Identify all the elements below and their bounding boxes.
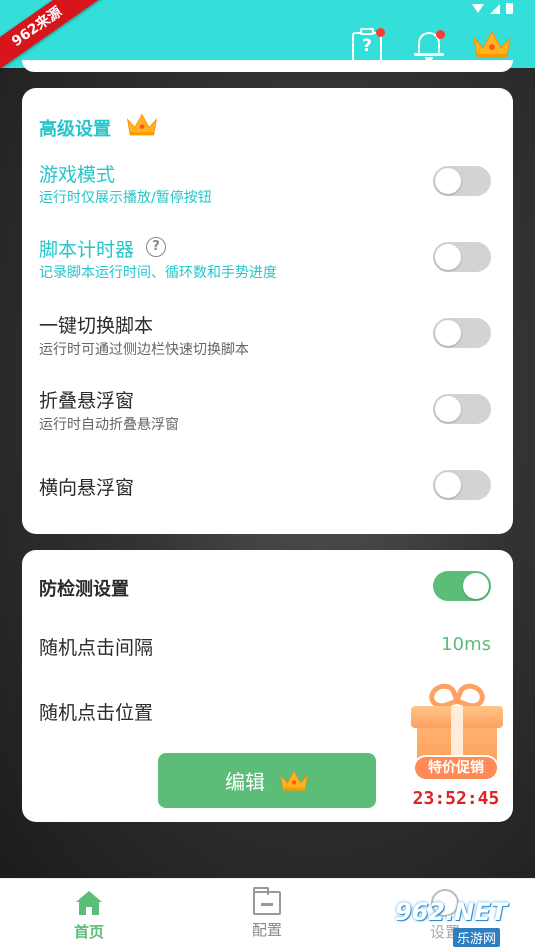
- notification-dot: [436, 30, 445, 39]
- horizontal-float-title: 横向悬浮窗: [39, 477, 135, 499]
- promo-timer: 23:52:45: [412, 788, 500, 809]
- nav-home-label: 首页: [73, 923, 104, 941]
- quick-switch-toggle[interactable]: [433, 318, 491, 348]
- anti-detect-toggle[interactable]: [433, 571, 491, 601]
- promo-gift-widget[interactable]: 特价促销 23:52:45: [407, 679, 505, 815]
- crown-icon: [280, 770, 308, 791]
- promo-label: 特价促销: [413, 755, 499, 781]
- script-timer-title: 脚本计时器: [39, 239, 135, 261]
- site-watermark: 962.NET 乐游网: [395, 898, 530, 948]
- home-icon: [74, 889, 104, 917]
- previous-card-edge: [22, 60, 513, 72]
- nav-config[interactable]: 配置: [227, 887, 307, 940]
- battery-icon: [506, 3, 513, 14]
- folder-icon: [252, 887, 281, 915]
- edit-button-label: 编辑: [225, 770, 265, 794]
- game-mode-toggle[interactable]: [433, 166, 491, 196]
- nav-home[interactable]: 首页: [49, 889, 129, 942]
- game-mode-subtitle: 运行时仅展示播放/暂停按钮: [39, 190, 212, 206]
- crown-icon: [473, 30, 511, 58]
- watermark-sub: 乐游网: [453, 928, 501, 947]
- status-bar: [472, 3, 513, 14]
- advanced-settings-card: 高级设置 游戏模式 运行时仅展示播放/暂停按钮 脚本计时器 ? 记录脚本运行时间…: [22, 88, 513, 534]
- watermark-logo: 962.NET: [395, 898, 508, 926]
- quick-switch-subtitle: 运行时可通过侧边栏快速切换脚本: [39, 342, 249, 358]
- random-interval-label: 随机点击间隔: [39, 637, 154, 659]
- notification-dot: [376, 28, 385, 37]
- script-timer-toggle[interactable]: [433, 242, 491, 272]
- vip-crown-badge: [126, 113, 158, 137]
- help-clipboard-button[interactable]: ?: [350, 28, 386, 62]
- edit-button[interactable]: 编辑: [158, 753, 376, 808]
- wifi-icon: [472, 4, 484, 13]
- random-interval-value[interactable]: 10ms: [441, 634, 491, 655]
- section-title: 高级设置: [39, 119, 111, 140]
- nav-config-label: 配置: [251, 921, 282, 939]
- crown-icon: [126, 113, 158, 136]
- collapse-float-title: 折叠悬浮窗: [39, 390, 135, 412]
- collapse-float-subtitle: 运行时自动折叠悬浮窗: [39, 417, 179, 433]
- game-mode-title: 游戏模式: [39, 164, 116, 186]
- script-timer-subtitle: 记录脚本运行时间、循环数和手势进度: [39, 265, 277, 281]
- random-position-label: 随机点击位置: [39, 702, 154, 724]
- section-title: 防检测设置: [39, 579, 129, 600]
- notification-button[interactable]: [413, 28, 449, 62]
- vip-crown-button[interactable]: [472, 30, 512, 60]
- horizontal-float-toggle[interactable]: [433, 470, 491, 500]
- collapse-float-toggle[interactable]: [433, 394, 491, 424]
- signal-icon: [490, 3, 500, 14]
- quick-switch-title: 一键切换脚本: [39, 315, 154, 337]
- help-icon[interactable]: ?: [146, 237, 166, 257]
